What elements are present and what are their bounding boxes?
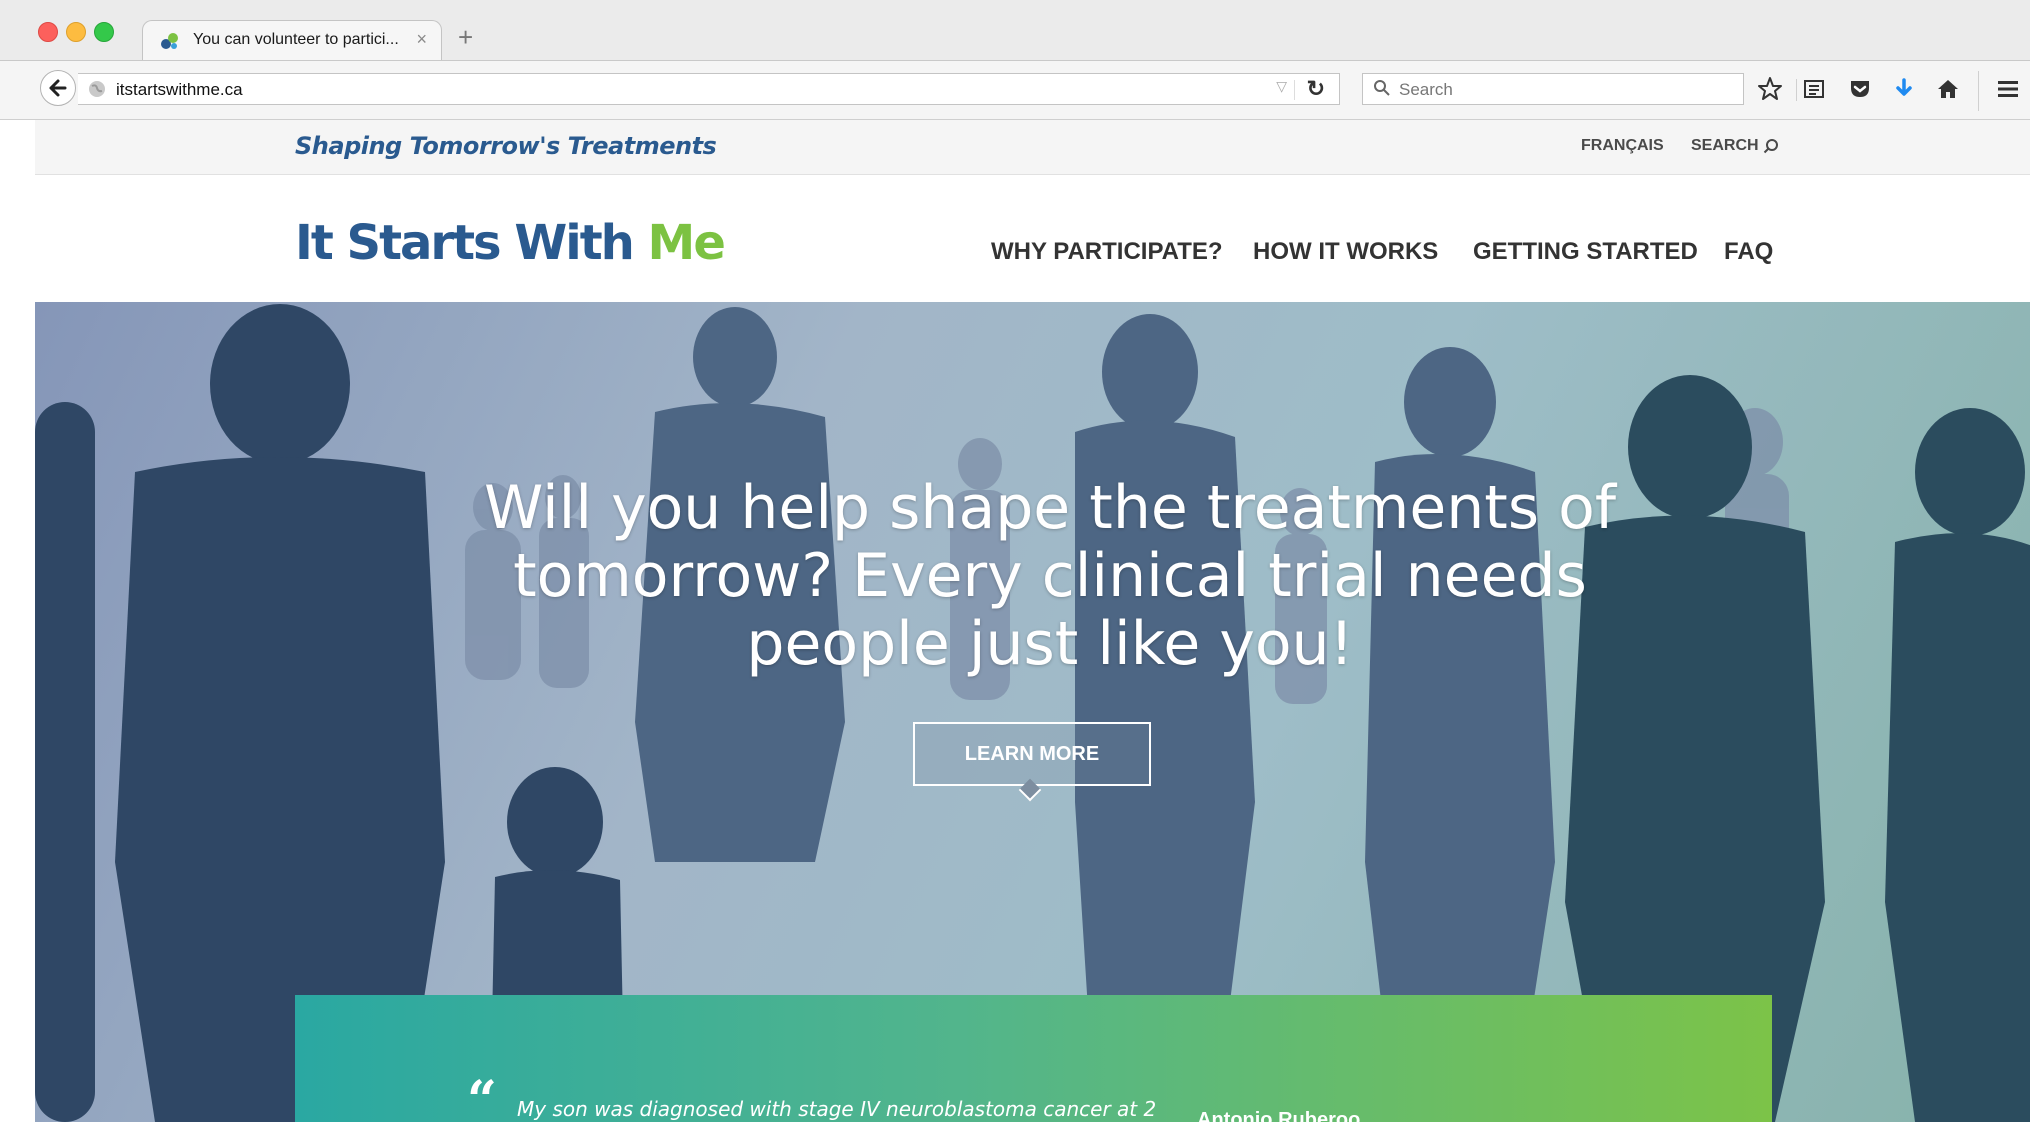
site-search-label: SEARCH [1691,137,1759,154]
toolbar-separator [1978,71,1979,111]
toolbar-separator [1796,79,1797,101]
search-icon [1763,139,1778,154]
search-icon [1374,80,1390,96]
nav-faq[interactable]: FAQ [1724,238,1773,266]
learn-more-button[interactable]: LEARN MORE [913,722,1151,786]
tab-title: You can volunteer to partici... [193,31,399,48]
new-tab-button[interactable]: + [458,24,473,50]
url-text[interactable]: itstartswithme.ca [116,80,243,100]
hero-banner: Will you help shape the treatments of to… [35,302,2030,1122]
nav-how-it-works[interactable]: HOW IT WORKS [1253,238,1438,266]
download-icon[interactable] [1890,75,1918,103]
url-bar[interactable]: itstartswithme.ca ▽ ↻ [78,73,1340,105]
pocket-icon[interactable] [1846,75,1874,103]
logo-text-accent: Me [647,215,726,271]
close-window-button[interactable] [38,22,58,42]
puzzle-favicon-icon [161,33,178,49]
browser-tab[interactable]: You can volunteer to partici... × [142,20,442,60]
utility-bar: Shaping Tomorrow's Treatments FRANÇAIS S… [35,120,2030,175]
quote-mark-icon: “ [467,1070,497,1122]
testimonial-author: Antonio Ruberoo [1197,1109,1361,1122]
url-divider [1294,80,1295,100]
tab-close-icon[interactable]: × [416,29,427,50]
hero-headline: Will you help shape the treatments of to… [483,473,1616,679]
search-input[interactable]: Search [1399,80,1453,100]
search-bar[interactable]: Search [1362,73,1744,105]
back-arrow-icon [49,79,67,97]
hamburger-menu-icon[interactable] [1994,75,2022,103]
home-icon[interactable] [1934,75,1962,103]
web-page: Shaping Tomorrow's Treatments FRANÇAIS S… [35,120,2030,1122]
back-button[interactable] [40,70,76,106]
testimonial-text: My son was diagnosed with stage IV neuro… [517,1097,1157,1121]
reload-icon[interactable]: ↻ [1307,76,1325,102]
site-header: It Starts With Me WHY PARTICIPATE? HOW I… [35,175,2030,302]
minimize-window-button[interactable] [66,22,86,42]
reading-list-icon[interactable] [1800,75,1828,103]
zoom-window-button[interactable] [94,22,114,42]
nav-getting-started[interactable]: GETTING STARTED [1473,238,1698,266]
logo-text-main: It Starts With [295,215,648,271]
bookmark-star-icon[interactable] [1756,75,1784,103]
site-logo[interactable]: It Starts With Me [295,215,726,271]
site-search-link[interactable]: SEARCH [1691,137,1779,155]
browser-navbar: itstartswithme.ca ▽ ↻ Search [0,61,2030,120]
globe-icon [89,81,105,97]
site-tagline: Shaping Tomorrow's Treatments [295,132,717,160]
testimonial-panel: “ My son was diagnosed with stage IV neu… [295,995,1772,1122]
nav-why-participate[interactable]: WHY PARTICIPATE? [991,238,1223,266]
language-link-francais[interactable]: FRANÇAIS [1581,137,1664,155]
browser-tabstrip: You can volunteer to partici... × + [0,0,2030,61]
dropmarker-icon[interactable]: ▽ [1276,78,1287,95]
